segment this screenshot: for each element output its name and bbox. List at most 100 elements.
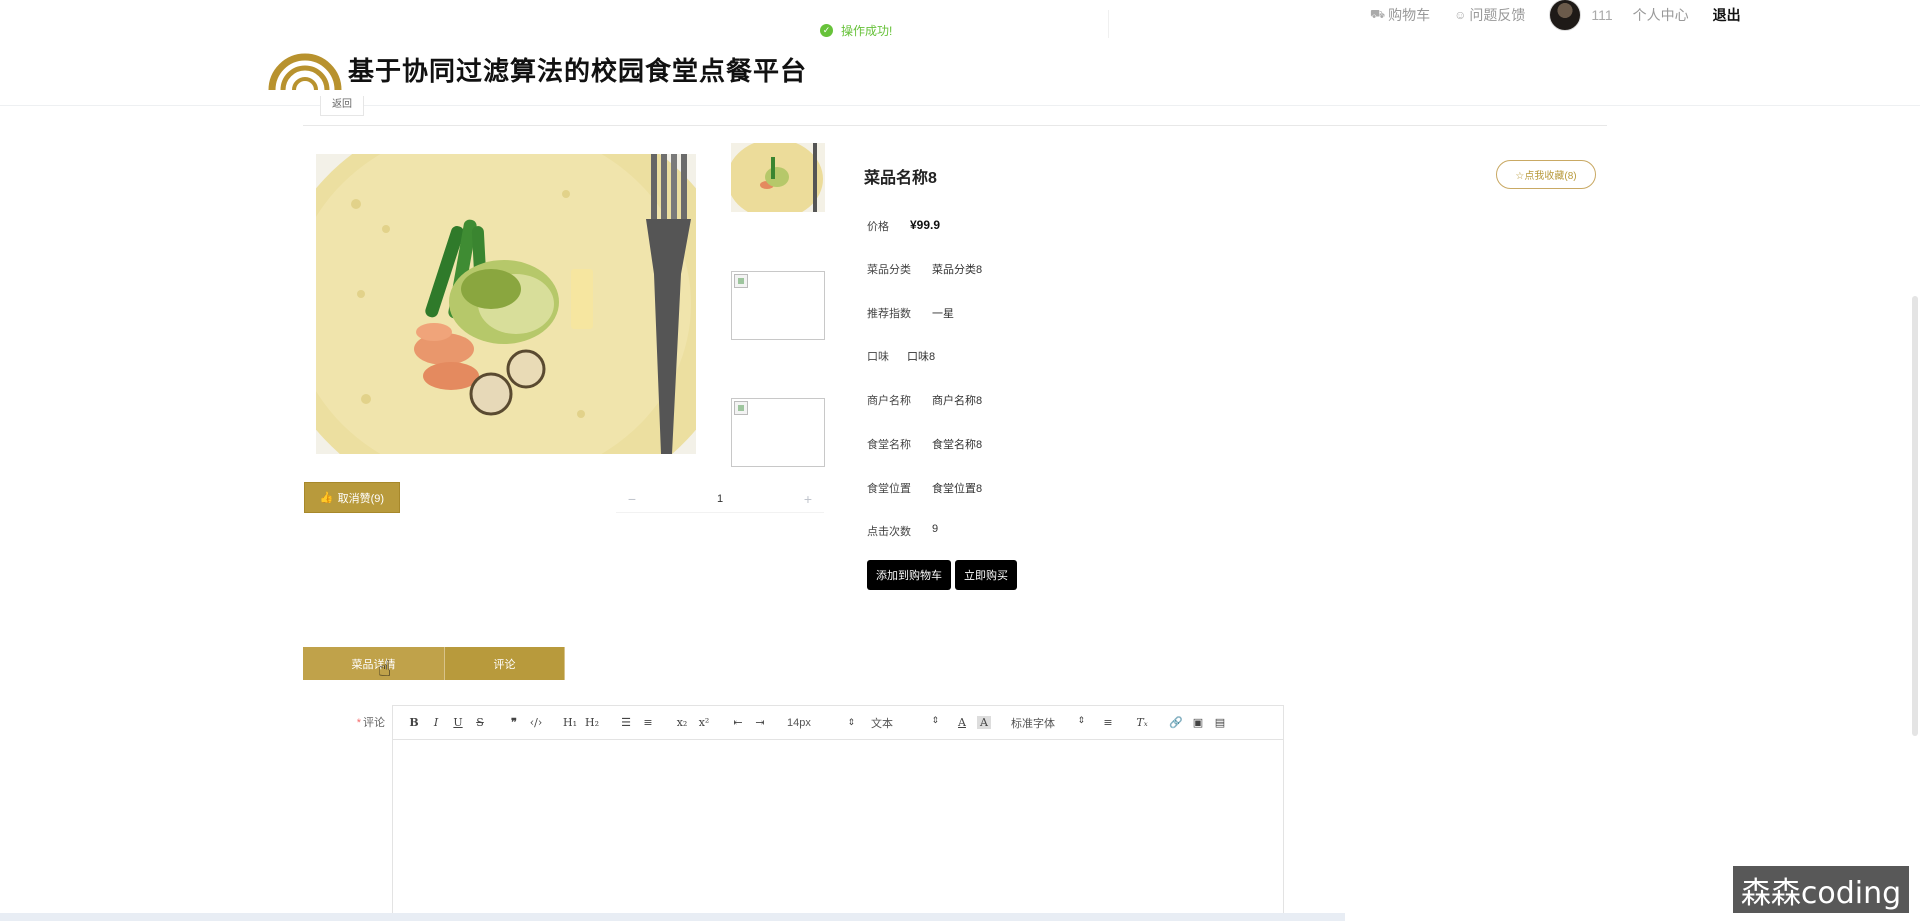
info-row-flavor: 口味 口味8 (867, 348, 935, 364)
thumbnail-1[interactable] (731, 143, 825, 212)
ordered-list-icon[interactable]: ☰ (615, 716, 637, 729)
background-color-icon[interactable]: A (977, 716, 991, 729)
unlike-button[interactable]: 👍 取消赞(9) (304, 482, 400, 513)
comment-editor: B I U S ❞ ‹/› H₁ H₂ ☰ ≡ x₂ x² ⇤ ⇥ 14px ⇕ … (392, 705, 1284, 921)
thumbnail-3[interactable] (731, 398, 825, 467)
dish-main-image (316, 154, 696, 454)
thumbnail-2[interactable] (731, 271, 825, 340)
info-value: 商户名称8 (932, 395, 983, 407)
success-toast: ✓ 操作成功! (808, 15, 907, 45)
info-row-rating: 推荐指数 一星 (867, 305, 954, 321)
font-size-select[interactable]: 14px ⇕ (787, 717, 855, 729)
watermark: 森森coding (1733, 866, 1909, 913)
cart-link-label: 购物车 (1388, 7, 1431, 23)
italic-icon[interactable]: I (425, 716, 447, 729)
decrease-button[interactable]: − (616, 491, 648, 507)
comment-field-label: * 评论 (330, 714, 385, 730)
content-divider (303, 125, 1607, 126)
quote-icon[interactable]: ❞ (503, 716, 525, 729)
required-mark: * (356, 717, 361, 729)
clear-format-icon[interactable]: Tₓ (1131, 716, 1153, 729)
buy-now-button[interactable]: 立即购买 (955, 560, 1017, 590)
increase-button[interactable]: + (792, 491, 824, 507)
outdent-icon[interactable]: ⇤ (727, 716, 749, 729)
select-arrow-icon: ⇕ (1077, 714, 1085, 725)
toast-message: 操作成功! (841, 23, 893, 38)
editor-toolbar: B I U S ❞ ‹/› H₁ H₂ ☰ ≡ x₂ x² ⇤ ⇥ 14px ⇕ … (393, 706, 1283, 740)
user-nav: ⛟ 购物车 ☺ 问题反馈 111 个人中心 退出 (1370, 0, 1741, 31)
broken-image-icon (734, 401, 748, 415)
comment-textarea[interactable] (393, 740, 1283, 920)
info-row-clicks: 点击次数 9 (867, 523, 938, 539)
bold-icon[interactable]: B (403, 716, 425, 729)
info-value: 9 (932, 523, 939, 535)
info-label: 食堂名称 (867, 439, 911, 451)
logout-link[interactable]: 退出 (1713, 5, 1741, 25)
info-row-merchant: 商户名称 商户名称8 (867, 392, 982, 408)
info-label: 商户名称 (867, 395, 911, 407)
tab-comments[interactable]: 评论 (445, 647, 565, 680)
info-row-location: 食堂位置 食堂位置8 (867, 480, 982, 496)
quantity-input[interactable]: 1 (648, 493, 792, 505)
info-row-category: 菜品分类 菜品分类8 (867, 261, 982, 277)
dish-title: 菜品名称8 (864, 170, 937, 187)
info-value: 食堂名称8 (932, 439, 983, 451)
toast-divider (1108, 10, 1109, 38)
info-value: 口味8 (907, 351, 936, 363)
detail-tabs: 菜品详情 评论 (303, 647, 565, 680)
quantity-stepper: − 1 + (616, 485, 824, 513)
site-title: 基于协同过滤算法的校园食堂点餐平台 (348, 56, 808, 87)
username: 111 (1591, 7, 1613, 23)
video-icon[interactable]: ▤ (1209, 716, 1231, 729)
link-icon[interactable]: 🔗 (1165, 716, 1187, 729)
bottom-bar (0, 913, 1345, 921)
info-row-price: 价格 ¥99.9 (867, 218, 940, 234)
logo-icon (268, 53, 342, 91)
info-label: 推荐指数 (867, 308, 911, 320)
code-icon[interactable]: ‹/› (525, 716, 547, 729)
brand[interactable]: 基于协同过滤算法的校园食堂点餐平台 (268, 46, 807, 92)
subscript-icon[interactable]: x₂ (671, 716, 693, 729)
user-center-link[interactable]: 个人中心 (1633, 5, 1689, 25)
price-value: ¥99.9 (910, 218, 941, 232)
image-icon[interactable]: ▣ (1187, 716, 1209, 729)
info-label: 菜品分类 (867, 264, 911, 276)
tab-dish-detail[interactable]: 菜品详情 (303, 647, 445, 680)
superscript-icon[interactable]: x² (693, 716, 715, 729)
bullet-list-icon[interactable]: ≡ (637, 716, 659, 729)
cart-link[interactable]: ⛟ 购物车 (1370, 5, 1430, 25)
block-type-select[interactable]: 文本 ⇕ (871, 715, 939, 731)
font-size-value: 14px (787, 716, 811, 729)
info-value: 食堂位置8 (932, 483, 983, 495)
user-circle-icon: ☺ (1454, 8, 1467, 22)
thumbnail-photo (731, 143, 825, 212)
truck-icon: ⛟ (1370, 7, 1386, 21)
dish-photo (316, 154, 696, 454)
avatar[interactable] (1549, 0, 1582, 31)
align-icon[interactable]: ≡ (1097, 716, 1119, 729)
scrollbar[interactable] (1912, 296, 1918, 736)
favorite-button[interactable]: ☆点我收藏(8) (1496, 160, 1596, 189)
comment-label-text: 评论 (363, 717, 385, 729)
font-family-value: 标准字体 (1011, 717, 1055, 730)
select-arrow-icon: ⇕ (931, 714, 939, 725)
back-tab[interactable]: 返回 (320, 96, 364, 116)
feedback-link-label: 问题反馈 (1469, 7, 1526, 23)
underline-icon[interactable]: U (447, 716, 469, 729)
add-to-cart-button[interactable]: 添加到购物车 (867, 560, 951, 590)
font-color-icon[interactable]: A (951, 716, 973, 729)
info-label: 食堂位置 (867, 483, 911, 495)
info-label: 点击次数 (867, 526, 911, 538)
unlike-button-label: 取消赞(9) (337, 492, 385, 505)
indent-icon[interactable]: ⇥ (749, 716, 771, 729)
info-row-canteen: 食堂名称 食堂名称8 (867, 436, 982, 452)
info-value: 一星 (932, 308, 954, 320)
font-family-select[interactable]: 标准字体 ⇕ (1011, 715, 1085, 731)
info-value: 菜品分类8 (932, 264, 983, 276)
hand-cursor-icon: ☝ (378, 656, 392, 681)
heading2-icon[interactable]: H₂ (581, 716, 603, 729)
strike-icon[interactable]: S (469, 716, 491, 729)
broken-image-icon (734, 274, 748, 288)
heading1-icon[interactable]: H₁ (559, 716, 581, 729)
feedback-link[interactable]: ☺ 问题反馈 (1454, 5, 1525, 25)
